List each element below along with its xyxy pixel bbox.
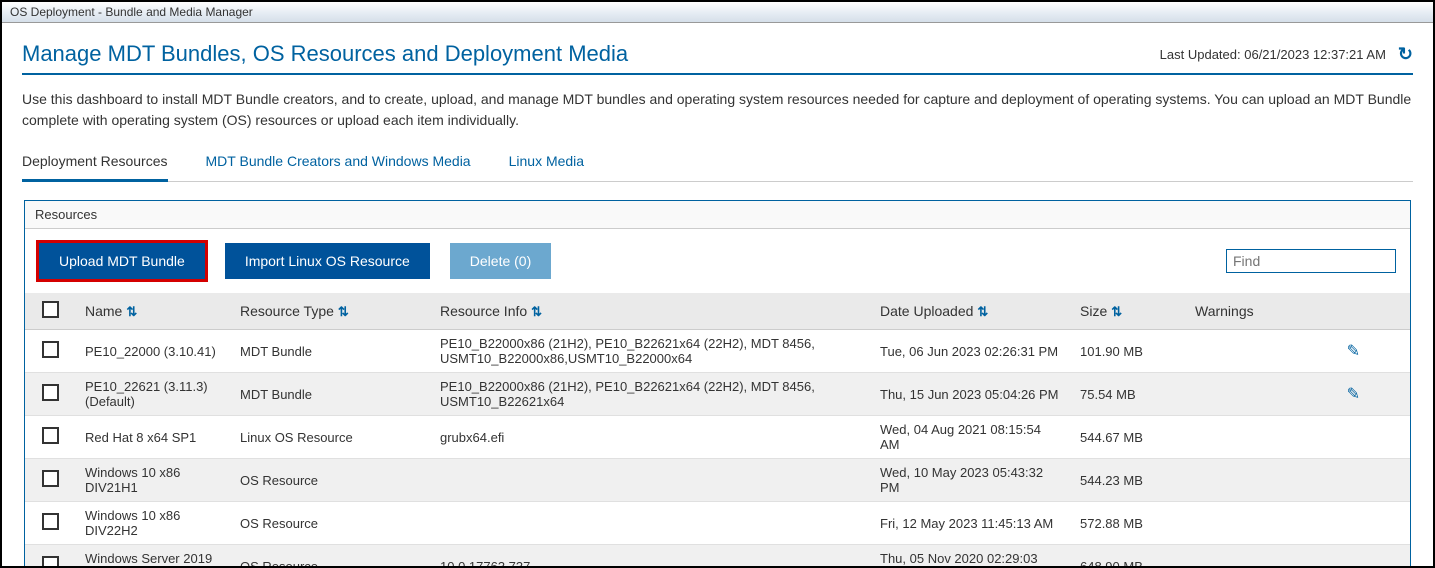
col-header-size[interactable]: Size⇅ [1070,293,1185,330]
sort-icon: ⇅ [126,304,137,319]
cell-name: PE10_22000 (3.10.41) [75,330,230,373]
row-checkbox[interactable] [42,341,59,358]
cell-size: 544.23 MB [1070,459,1185,502]
col-header-warnings[interactable]: Warnings [1185,293,1410,330]
select-all-checkbox[interactable] [42,301,59,318]
find-input[interactable] [1226,249,1396,273]
sort-icon: ⇅ [531,304,542,319]
table-row: PE10_22000 (3.10.41)MDT BundlePE10_B2200… [25,330,1410,373]
tab-bar: Deployment Resources MDT Bundle Creators… [22,149,1413,182]
sort-icon: ⇅ [1111,304,1122,319]
cell-info: PE10_B22000x86 (21H2), PE10_B22621x64 (2… [430,330,870,373]
table-row: PE10_22621 (3.11.3) (Default)MDT BundleP… [25,373,1410,416]
row-checkbox[interactable] [42,513,59,530]
cell-type: OS Resource [230,502,430,545]
cell-warnings: ✎ [1185,330,1410,373]
cell-type: MDT Bundle [230,373,430,416]
upload-mdt-bundle-button[interactable]: Upload MDT Bundle [39,243,205,279]
cell-warnings [1185,545,1410,568]
edit-icon[interactable]: ✎ [1347,341,1360,361]
table-row: Windows 10 x86 DIV21H1OS Resource Wed, 10… [25,459,1410,502]
cell-name: Windows 10 x86 DIV22H2 [75,502,230,545]
cell-date: Fri, 12 May 2023 11:45:13 AM [870,502,1070,545]
cell-info: grubx64.efi [430,416,870,459]
col-header-date[interactable]: Date Uploaded⇅ [870,293,1070,330]
row-checkbox[interactable] [42,427,59,444]
row-checkbox[interactable] [42,470,59,487]
cell-info: PE10_B22000x86 (21H2), PE10_B22621x64 (2… [430,373,870,416]
cell-size: 648.90 MB [1070,545,1185,568]
cell-type: OS Resource [230,459,430,502]
table-row: Windows 10 x86 DIV22H2OS Resource Fri, 12… [25,502,1410,545]
row-checkbox[interactable] [42,384,59,401]
tab-mdt-bundle-creators[interactable]: MDT Bundle Creators and Windows Media [206,149,471,181]
cell-info [430,459,870,502]
panel-title: Resources [25,201,1410,229]
last-updated-label: Last Updated: 06/21/2023 12:37:21 AM [1160,47,1386,62]
row-checkbox[interactable] [42,556,59,568]
sort-icon: ⇅ [977,304,988,319]
import-linux-os-button[interactable]: Import Linux OS Resource [225,243,430,279]
tab-linux-media[interactable]: Linux Media [509,149,585,181]
table-row: Windows Server 2019 x64 RID1809OS Resour… [25,545,1410,568]
edit-icon[interactable]: ✎ [1347,384,1360,404]
cell-date: Wed, 10 May 2023 05:43:32 PM [870,459,1070,502]
cell-name: PE10_22621 (3.11.3) (Default) [75,373,230,416]
delete-button[interactable]: Delete (0) [450,243,551,279]
page-title: Manage MDT Bundles, OS Resources and Dep… [22,41,628,67]
cell-warnings [1185,459,1410,502]
cell-warnings [1185,416,1410,459]
cell-type: Linux OS Resource [230,416,430,459]
cell-info: 10.0.17763.737 [430,545,870,568]
cell-warnings: ✎ [1185,373,1410,416]
cell-name: Windows 10 x86 DIV21H1 [75,459,230,502]
col-header-type[interactable]: Resource Type⇅ [230,293,430,330]
cell-size: 544.67 MB [1070,416,1185,459]
cell-name: Red Hat 8 x64 SP1 [75,416,230,459]
header-divider [22,73,1413,75]
cell-info [430,502,870,545]
cell-date: Thu, 15 Jun 2023 05:04:26 PM [870,373,1070,416]
cell-date: Tue, 06 Jun 2023 02:26:31 PM [870,330,1070,373]
cell-name: Windows Server 2019 x64 RID1809 [75,545,230,568]
cell-date: Thu, 05 Nov 2020 02:29:03 PM [870,545,1070,568]
cell-size: 572.88 MB [1070,502,1185,545]
cell-type: MDT Bundle [230,330,430,373]
resources-panel: Resources Upload MDT Bundle Import Linux… [24,200,1411,568]
cell-warnings [1185,502,1410,545]
cell-size: 101.90 MB [1070,330,1185,373]
refresh-icon[interactable]: ↻ [1398,44,1413,65]
cell-size: 75.54 MB [1070,373,1185,416]
table-row: Red Hat 8 x64 SP1Linux OS Resourcegrubx6… [25,416,1410,459]
col-header-info[interactable]: Resource Info⇅ [430,293,870,330]
page-description: Use this dashboard to install MDT Bundle… [22,89,1413,131]
sort-icon: ⇅ [338,304,349,319]
cell-date: Wed, 04 Aug 2021 08:15:54 AM [870,416,1070,459]
resources-table: Name⇅ Resource Type⇅ Resource Info⇅ Date… [25,293,1410,568]
window-title-bar: OS Deployment - Bundle and Media Manager [2,2,1433,23]
cell-type: OS Resource [230,545,430,568]
tab-deployment-resources[interactable]: Deployment Resources [22,149,168,182]
col-header-name[interactable]: Name⇅ [75,293,230,330]
